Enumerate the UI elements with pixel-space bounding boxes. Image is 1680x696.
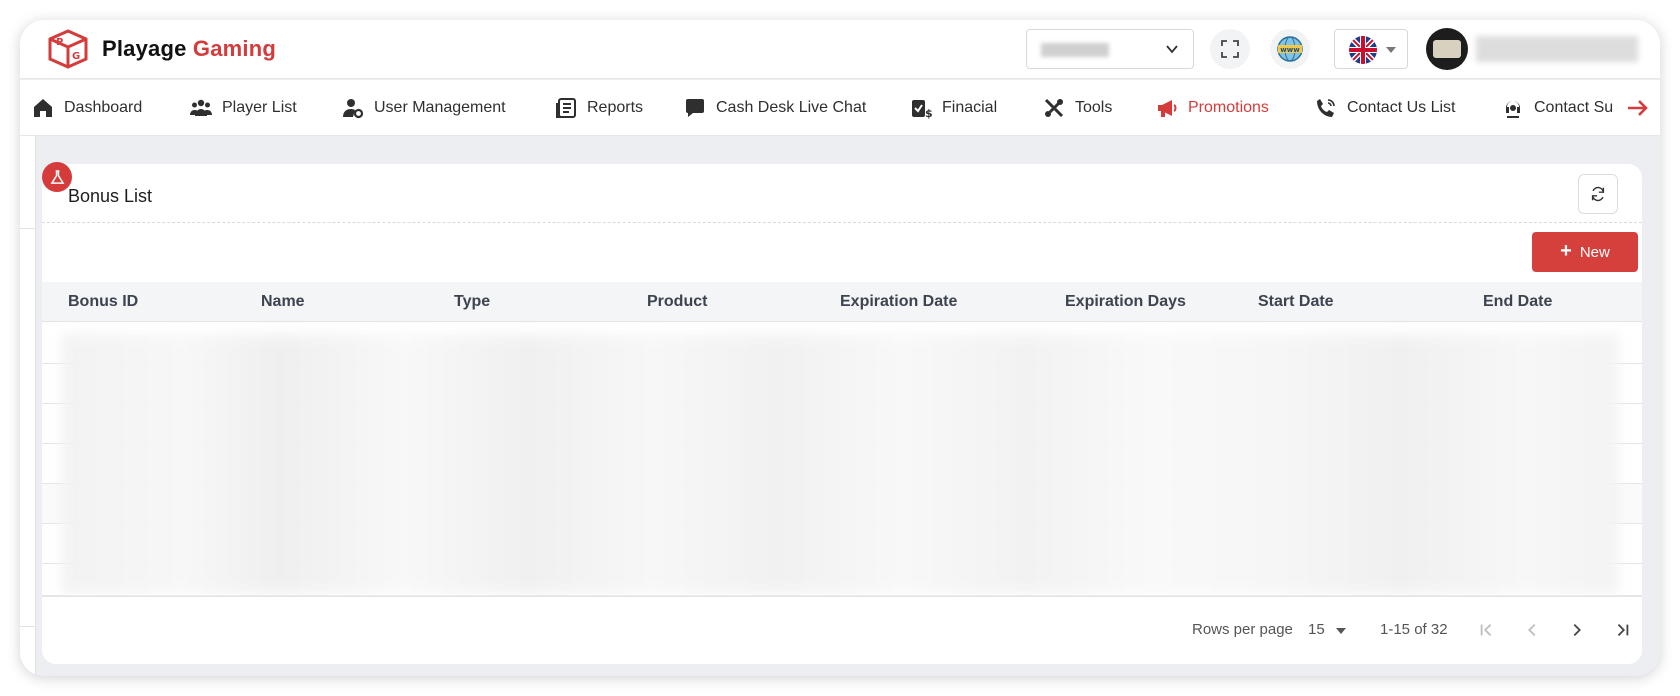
nav-item-label: Finacial xyxy=(942,99,998,116)
nav-item-label: Dashboard xyxy=(64,99,143,116)
site-selector[interactable] xyxy=(1026,29,1194,69)
rows-per-page-label: Rows per page xyxy=(1192,621,1293,638)
nav-scroll-right-button[interactable] xyxy=(1614,80,1660,135)
nav-item-contact-us-list[interactable]: Contact Us List xyxy=(1315,80,1456,135)
support-icon xyxy=(1506,101,1520,118)
uk-flag-icon xyxy=(1349,36,1377,64)
pagination-range: 1-15 of 32 xyxy=(1380,621,1448,638)
table-header: Bonus ID Name Type Product Expiration Da… xyxy=(42,282,1642,322)
phone-icon xyxy=(1317,99,1335,117)
column-header-product[interactable]: Product xyxy=(647,293,707,311)
flask-icon xyxy=(50,169,64,184)
brand-name-part2: Gaming xyxy=(192,36,276,61)
caret-down-icon[interactable] xyxy=(1336,628,1346,634)
table-pagination: Rows per page 15 1-15 of 32 xyxy=(42,596,1642,664)
rows-per-page-select[interactable]: 15 xyxy=(1308,621,1325,638)
user-gear-icon xyxy=(343,99,364,119)
chevron-right-icon xyxy=(1573,623,1581,637)
divider xyxy=(42,222,1642,223)
nav-item-label: User Management xyxy=(374,99,506,116)
dice-logo-icon: P G xyxy=(48,29,88,69)
arrow-right-icon xyxy=(1628,100,1648,116)
next-page-button[interactable] xyxy=(1562,615,1592,645)
column-header-start-date[interactable]: Start Date xyxy=(1258,293,1334,311)
language-selector[interactable] xyxy=(1334,29,1408,69)
chevron-left-icon xyxy=(1528,623,1536,637)
column-header-end-date[interactable]: End Date xyxy=(1483,293,1552,311)
new-button-label: New xyxy=(1579,243,1610,261)
last-page-button[interactable] xyxy=(1607,615,1637,645)
first-page-button[interactable] xyxy=(1472,615,1502,645)
column-header-type[interactable]: Type xyxy=(454,293,490,311)
first-page-icon xyxy=(1480,623,1492,637)
nav-item-label: Contact Su xyxy=(1534,99,1614,116)
page-title: Bonus List xyxy=(68,186,153,206)
users-icon xyxy=(190,99,212,116)
brand-logo[interactable]: P G Playage Gaming xyxy=(46,29,276,69)
nav-item-label: Tools xyxy=(1075,99,1113,116)
caret-down-icon xyxy=(1386,47,1396,53)
svg-text:G: G xyxy=(72,51,80,62)
nav-item-finacial[interactable]: $ Finacial xyxy=(910,80,998,135)
nav-item-label: Contact Us List xyxy=(1347,99,1456,116)
site-selector-value xyxy=(1041,43,1109,57)
nav-item-label: Reports xyxy=(587,99,644,116)
nav-item-label: Promotions xyxy=(1188,99,1269,116)
redacted-table-content xyxy=(61,334,1619,594)
collapsed-sidebar xyxy=(20,136,36,676)
column-header-expiration-date[interactable]: Expiration Date xyxy=(840,293,957,311)
svg-text:www: www xyxy=(1280,46,1300,54)
nav-item-label: Player List xyxy=(222,99,297,116)
nav-item-contact-support[interactable]: Contact Su xyxy=(1502,80,1614,135)
nav-item-promotions[interactable]: Promotions xyxy=(1156,80,1269,135)
top-bar: P G Playage Gaming www xyxy=(20,20,1660,79)
lab-badge[interactable] xyxy=(42,162,72,192)
nav-item-dashboard[interactable]: Dashboard xyxy=(32,80,143,135)
previous-page-button[interactable] xyxy=(1517,615,1547,645)
column-header-name[interactable]: Name xyxy=(261,293,305,311)
nav-item-tools[interactable]: Tools xyxy=(1043,80,1113,135)
brand-name: Playage Gaming xyxy=(102,36,276,62)
nav-item-reports[interactable]: Reports xyxy=(555,80,644,135)
chevron-down-icon xyxy=(1166,45,1178,54)
fullscreen-icon xyxy=(1221,40,1239,58)
financial-icon: $ xyxy=(912,100,932,119)
nav-item-label: Cash Desk Live Chat xyxy=(716,99,867,116)
username-redacted[interactable] xyxy=(1476,36,1638,62)
megaphone-icon xyxy=(1158,100,1177,117)
nav-item-player-list[interactable]: Player List xyxy=(190,80,297,135)
svg-text:P: P xyxy=(56,37,63,48)
nav-item-user-management[interactable]: User Management xyxy=(342,80,506,135)
reports-icon xyxy=(556,98,576,118)
main-nav: Dashboard Player List User Management Re… xyxy=(20,80,1660,136)
new-bonus-button[interactable]: + New xyxy=(1532,232,1638,272)
brand-name-part1: Playage xyxy=(102,36,187,61)
bonus-list-card: Bonus List + New Bonus ID Name Type Prod… xyxy=(42,164,1642,664)
chat-icon xyxy=(686,99,704,117)
home-icon xyxy=(34,99,52,117)
website-button[interactable]: www xyxy=(1270,29,1310,69)
nav-item-cash-desk-live-chat[interactable]: Cash Desk Live Chat xyxy=(684,80,867,135)
avatar[interactable] xyxy=(1426,28,1468,70)
fullscreen-button[interactable] xyxy=(1210,29,1250,69)
column-header-expiration-days[interactable]: Expiration Days xyxy=(1065,293,1186,311)
last-page-icon xyxy=(1617,623,1629,637)
column-header-bonus-id[interactable]: Bonus ID xyxy=(68,293,138,311)
refresh-button[interactable] xyxy=(1578,174,1618,214)
app-window: P G Playage Gaming www Dashboard Player … xyxy=(20,20,1660,676)
svg-text:$: $ xyxy=(925,107,932,119)
refresh-icon xyxy=(1591,186,1605,202)
tools-icon xyxy=(1044,98,1064,118)
globe-www-icon: www xyxy=(1277,36,1303,62)
plus-icon: + xyxy=(1560,239,1572,262)
